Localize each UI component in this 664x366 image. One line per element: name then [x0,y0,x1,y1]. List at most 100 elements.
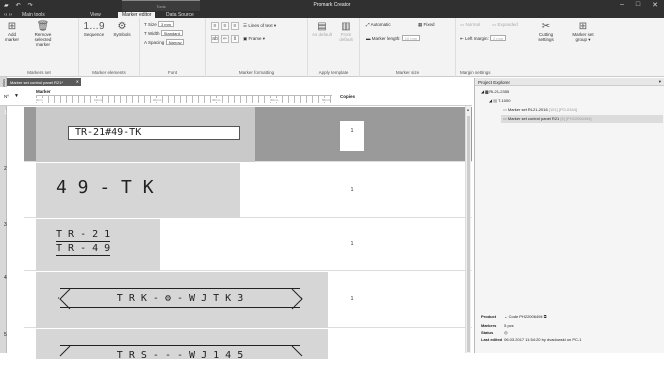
scroll-up-icon[interactable]: ▲ [466,107,470,112]
table-row[interactable]: T R S - - - W J 1 4 5 [24,329,472,361]
expand-icon[interactable]: ◢ [481,89,484,94]
marker-length-input[interactable]: 10 mm [401,35,421,41]
document-tab[interactable]: Marker set control panel R21* ✕ [7,78,81,86]
minimize-icon[interactable]: – [620,1,624,9]
symbols-button[interactable]: ⚙ Symbols [111,22,133,38]
copies-column-header[interactable]: Copies [340,94,355,99]
template-apply-icon: ▥ [341,21,351,32]
left-margin-input[interactable]: 2 mm [490,35,507,41]
copies-field[interactable]: 1 [340,241,364,247]
frame-button[interactable]: ▣ Frame ▾ [243,36,265,42]
font-spacing-select[interactable]: Narrow [165,39,185,45]
group-font: T Size 3 mm T Width Standard A Spacing N… [140,18,206,77]
close-tab-icon[interactable]: ✕ [76,79,79,84]
lines-of-text-button[interactable]: ☰ Lines of text ▾ [243,23,276,29]
marker-text-line1[interactable]: T R - 2 1 [56,229,111,242]
rotate-icon[interactable]: ⇕ [231,35,239,43]
font-size-select[interactable]: 3 mm [157,21,174,27]
tree-node-project[interactable]: ◢ ▆ RL21-2355 [481,88,509,96]
template-icon: ▤ [317,21,327,32]
normal-margin-button[interactable]: ▭ Normal [460,22,480,28]
copies-field[interactable]: 1 [340,121,364,151]
marker-set-group-button[interactable]: ⊞ Marker set group ▾ [570,22,596,43]
text-case-icon[interactable]: ab [211,35,219,43]
group-label: Font [167,70,177,75]
cutting-settings-button[interactable]: ✂ Cutting settings [536,22,556,43]
lines-icon: ☰ [243,23,248,28]
align-center-icon[interactable]: ≡ [221,22,229,30]
as-default-button[interactable]: ▤ As default [311,21,333,38]
marker-frame-arrows [59,345,303,357]
group-label: Apply template [318,70,349,75]
marker-preview: TR-21#49-TK [36,107,255,162]
table-row[interactable]: T R - 2 1 T R - 4 9 1 [24,219,472,271]
marker-text[interactable]: 4 9 - T K [56,177,154,198]
group-label: Markers set [27,70,51,75]
grid-vertical-scrollbar[interactable]: ▲ [465,106,471,353]
expand-icon[interactable]: ◢ [489,98,492,103]
group-marker-formatting: ≡ ≡ ≡ ☰ Lines of text ▾ ab ⇐ ⇕ ▣ Frame ▾… [206,18,308,77]
font-width-select[interactable]: Standard [160,30,183,36]
device-icon: ▤ [493,98,497,103]
group-apply-template: ▤ As default ▥ From default Apply templa… [308,18,360,77]
remove-marker-button[interactable]: 🗑 Remove selected marker [28,21,58,48]
tree-node-device[interactable]: ◢ ▤ T-1000 [489,97,510,105]
add-marker-button[interactable]: ⊞ Add marker [3,22,21,43]
sequence-button[interactable]: 1…9 Sequence [82,22,106,38]
align-left-icon[interactable]: ≡ [211,22,219,30]
nr-column-header[interactable]: Nº ▼ [0,87,24,106]
row-number: 2 [4,166,7,172]
copy-icon[interactable]: ⧉ [544,314,547,319]
tree-node-marker-set[interactable]: ▭ Marker set RL21-2016 [101] [PO-0344] [503,106,577,114]
properties-panel: Product ⌄ Code PH22006494 ⧉ Markers 5 pc… [475,308,664,353]
ribbon: ⊞ Add marker 🗑 Remove selected marker Ma… [0,18,664,77]
automatic-size-button[interactable]: ⤢ Automatic [366,22,391,27]
product-row: Product ⌄ Code PH22006494 ⧉ [481,314,547,319]
marker-text-input[interactable]: TR-21#49-TK [68,126,240,140]
ruler-icon: ▬ [366,36,371,41]
pin-icon[interactable]: ▾ [659,79,661,85]
marker-length-row: ▬ Marker length: 10 mm [366,35,421,41]
project-explorer: Project Explorer ▾ ◢ ▆ RL21-2355 ◢ ▤ T-1… [474,78,664,353]
group-label: Marker size [395,70,420,75]
fixed-size-button[interactable]: ▦ Fixed [418,22,435,28]
align-right-icon[interactable]: ≡ [231,22,239,30]
chevron-down-icon[interactable]: ⌄ [504,314,507,319]
automatic-icon: ⤢ [366,22,370,27]
expanded-margin-button[interactable]: ▭ Expanded [492,22,518,28]
marker-column-header[interactable]: Marker [36,89,51,94]
maximize-icon[interactable]: □ [636,1,640,9]
marker-grid: Marker 0mm 10mm 20mm 30mm 40mm 50mm Copi… [4,87,472,361]
window-controls: – □ ✕ [620,1,658,9]
close-icon[interactable]: ✕ [652,1,658,9]
copies-field[interactable]: 1 [340,296,364,302]
filter-icon[interactable]: ▼ [14,93,19,99]
status-icon: ◎ [504,330,508,335]
copies-field[interactable]: 1 [340,187,364,193]
frame-icon: ▣ [243,36,248,41]
scrollbar-thumb[interactable] [467,116,470,352]
title-bar: ▰ ↶ ↷ Promark Creator – □ ✕ [0,0,664,11]
arrow-icon[interactable]: ⇐ [221,35,229,43]
table-row[interactable]: T R K - ⚙ - W J T K 3 1 [24,272,472,328]
group-label: Marker elements [92,70,126,75]
marker-text-line2[interactable]: T R - 4 9 [56,243,111,256]
last-edited-row: Last edited 06.03.2017 11:54:20 by dvado… [481,337,582,342]
font-width-icon: T [144,31,147,36]
tree-node-marker-set-selected[interactable]: ▭ Marker set control panel R21 [6] [PH22… [501,115,663,123]
font-width-row: T Width Standard [144,30,183,36]
table-row[interactable]: 4 9 - T K 1 [24,163,472,218]
table-row[interactable]: TR-21#49-TK 1 [24,107,472,162]
context-tab-group: Tools [122,0,200,11]
group-marker-elements: 1…9 Sequence ⚙ Symbols Marker elements [79,18,140,77]
row-number: 3 [4,222,7,228]
from-default-button[interactable]: ▥ From default [335,21,357,43]
group-label: Marker formatting [238,70,275,75]
font-spacing-row: A Spacing Narrow [144,39,185,45]
group-margin-settings: ▭ Normal ▭ Expanded ⇤ Left margin: 2 mm … [456,18,556,77]
status-row: Status ◎ [481,330,508,335]
ribbon-tabs: Tools ‹‹ ›› Main tools View Marker edito… [0,0,664,19]
element-status-panel[interactable]: Element status [0,77,7,353]
trash-icon: 🗑 [36,21,50,32]
marker-preview: 4 9 - T K [36,163,240,218]
